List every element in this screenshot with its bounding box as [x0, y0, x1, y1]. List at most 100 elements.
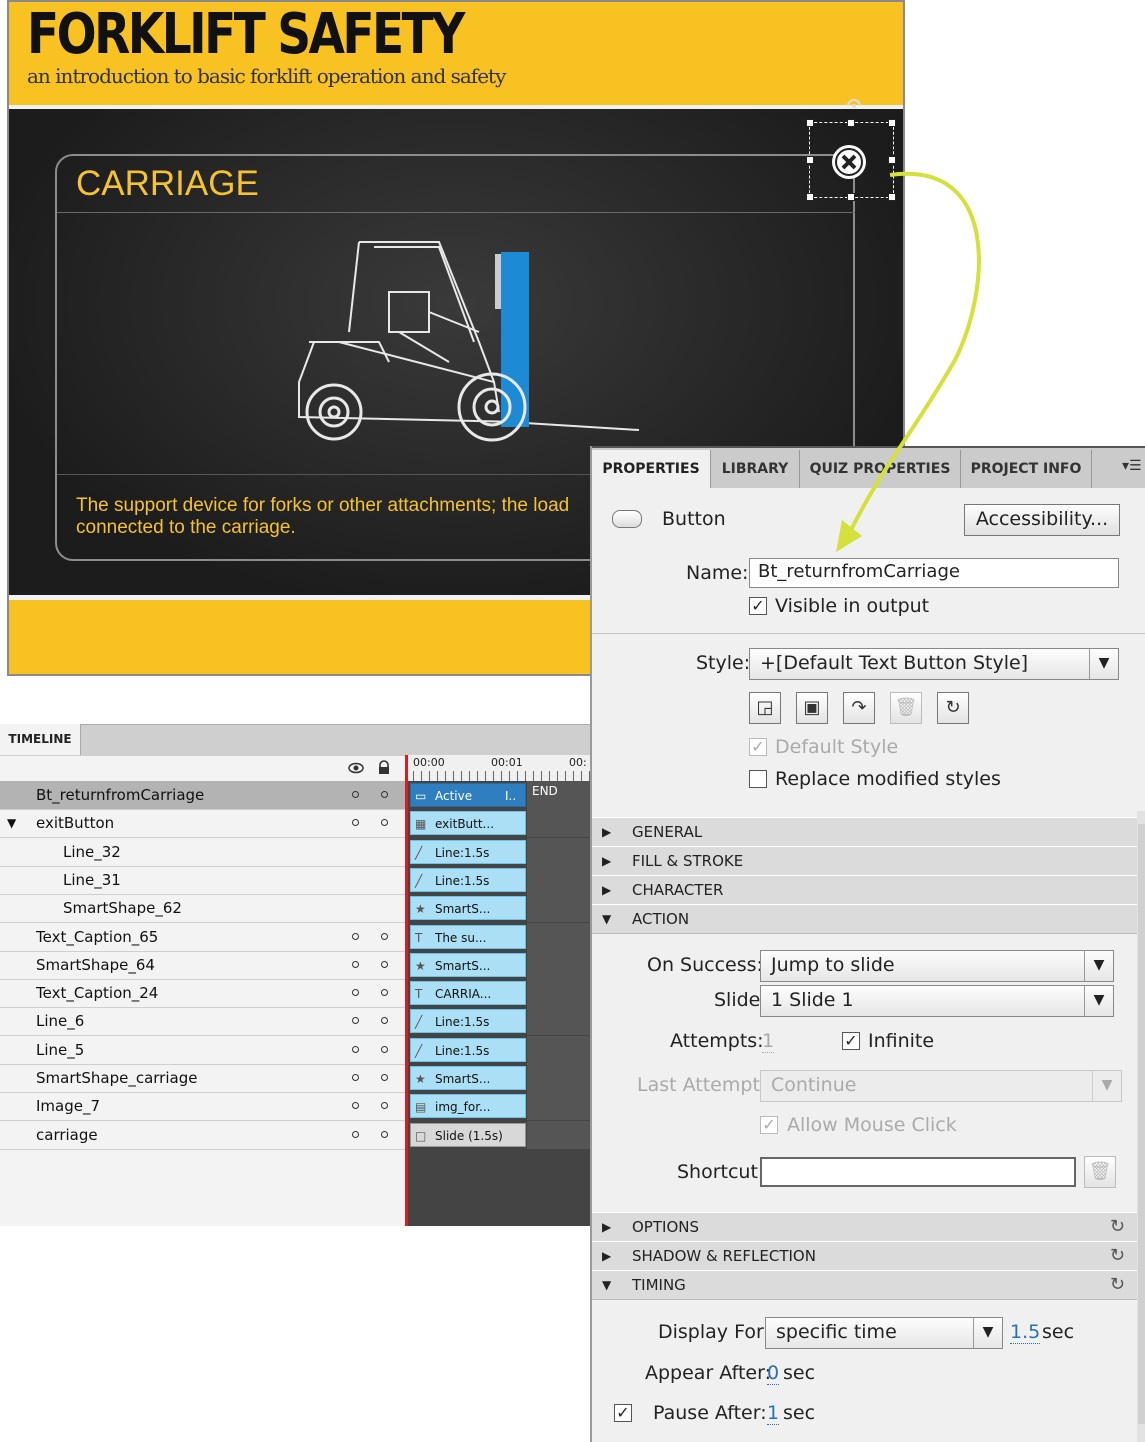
timeline-row[interactable]: carriage	[0, 1121, 405, 1150]
timeline-row[interactable]: Text_Caption_65	[0, 923, 405, 952]
pause-after-checkbox[interactable]: ✓	[614, 1404, 632, 1422]
tab-properties[interactable]: PROPERTIES	[592, 450, 711, 488]
lock-toggle[interactable]	[381, 1074, 388, 1081]
display-time-value[interactable]: 1.5	[1010, 1321, 1041, 1344]
section-timing[interactable]: ▼ TIMING ↻	[592, 1270, 1137, 1300]
visibility-toggle[interactable]	[352, 1102, 359, 1110]
timeline-row[interactable]: SmartShape_carriage	[0, 1064, 405, 1093]
card-title[interactable]: CARRIAGE	[76, 164, 259, 204]
timeline-row[interactable]: Bt_returnfromCarriage	[0, 781, 405, 810]
accessibility-button[interactable]: Accessibility...	[964, 504, 1120, 536]
section-action[interactable]: ▼ ACTION	[592, 904, 1137, 934]
panel-menu-icon[interactable]: ▾☰	[1122, 458, 1142, 474]
timeline-row[interactable]: ▼ exitButton	[0, 809, 405, 839]
lock-toggle[interactable]	[381, 1017, 388, 1025]
lock-toggle[interactable]	[381, 989, 388, 997]
timeline-row[interactable]: Line_31	[0, 866, 405, 895]
shortcut-field[interactable]	[760, 1157, 1076, 1187]
timeline-bar[interactable]: ╱ Line:1.5s	[410, 839, 526, 864]
timeline-row[interactable]: SmartShape_64	[0, 951, 405, 980]
timeline-bar[interactable]: ★ SmartS...	[410, 952, 526, 977]
visibility-toggle[interactable]	[352, 1017, 359, 1025]
timeline-row[interactable]: Image_7	[0, 1092, 405, 1122]
timeline-row[interactable]: SmartShape_62	[0, 894, 405, 924]
pause-after-value[interactable]: 1	[767, 1402, 780, 1425]
resize-handle[interactable]	[888, 156, 896, 164]
style-select[interactable]: +[Default Text Button Style] ▼	[749, 648, 1119, 680]
lock-icon[interactable]	[377, 760, 391, 775]
section-options[interactable]: ▶ OPTIONS ↻	[592, 1212, 1137, 1242]
save-icon[interactable]: ▣	[796, 692, 828, 724]
visible-checkbox[interactable]: ✓	[749, 597, 767, 615]
appear-after-value[interactable]: 0	[767, 1362, 780, 1385]
rotate-icon[interactable]	[845, 94, 863, 110]
redo-icon[interactable]: ↷	[843, 692, 875, 724]
section-character[interactable]: ▶ CHARACTER	[592, 875, 1137, 905]
lock-toggle[interactable]	[381, 791, 388, 798]
section-shadow-reflection[interactable]: ▶ SHADOW & REFLECTION ↻	[592, 1241, 1137, 1271]
eye-icon[interactable]	[348, 762, 364, 774]
card-title-divider[interactable]	[57, 212, 855, 213]
resize-handle[interactable]	[806, 193, 814, 201]
timeline-bar[interactable]: T The su...	[410, 924, 526, 949]
visibility-toggle[interactable]	[352, 1074, 359, 1081]
lock-toggle[interactable]	[381, 819, 388, 827]
resize-handle[interactable]	[847, 193, 855, 201]
tab-timeline[interactable]: TIMELINE	[0, 724, 81, 755]
lock-toggle[interactable]	[381, 1102, 388, 1110]
timeline-bar[interactable]: ▭ Active I..	[410, 783, 526, 807]
tab-quiz-properties[interactable]: QUIZ PROPERTIES	[800, 450, 961, 488]
section-general[interactable]: ▶ GENERAL	[592, 817, 1137, 847]
timeline-bar[interactable]: ★ SmartS...	[410, 896, 526, 921]
lock-toggle[interactable]	[381, 932, 388, 940]
style-apply-icon[interactable]: ◲	[749, 692, 781, 724]
visibility-toggle[interactable]	[352, 989, 359, 997]
timeline-bar[interactable]: ▦ exitButt...	[410, 811, 526, 836]
chevron-down-icon[interactable]: ▼	[1084, 986, 1113, 1016]
chevron-down-icon[interactable]: ▼	[973, 1318, 1002, 1348]
reset-icon[interactable]: ↻	[937, 692, 969, 724]
timeline-bar[interactable]: ╱ Line:1.5s	[410, 867, 526, 892]
timeline-bar[interactable]: □ Slide (1.5s)	[410, 1122, 526, 1147]
infinite-checkbox[interactable]: ✓	[842, 1032, 860, 1050]
timeline-ruler[interactable]: 00:00 00:01 00:	[405, 755, 590, 781]
visibility-toggle[interactable]	[352, 819, 359, 827]
timeline-bar[interactable]: ╱ Line:1.5s	[410, 1009, 526, 1034]
slide-select[interactable]: 1 Slide 1 ▼	[760, 985, 1114, 1017]
timeline-bar[interactable]: ╱ Line:1.5s	[410, 1037, 526, 1062]
visibility-toggle[interactable]	[352, 791, 359, 798]
chevron-down-icon[interactable]: ▼	[1084, 951, 1113, 981]
replace-styles-checkbox[interactable]	[749, 770, 767, 788]
timeline-row[interactable]: Line_5	[0, 1036, 405, 1065]
resize-handle[interactable]	[888, 119, 896, 127]
scrollbar-thumb[interactable]	[1138, 824, 1145, 1424]
resize-handle[interactable]	[806, 156, 814, 164]
resize-handle[interactable]	[847, 119, 855, 127]
resize-handle[interactable]	[888, 193, 896, 201]
chevron-down-icon[interactable]: ▼	[1089, 649, 1118, 679]
collapse-triangle-icon[interactable]: ▼	[7, 809, 16, 837]
section-fill-stroke[interactable]: ▶ FILL & STROKE	[592, 846, 1137, 876]
tab-project-info[interactable]: PROJECT INFO	[961, 450, 1092, 488]
timeline-row[interactable]: Text_Caption_24	[0, 979, 405, 1009]
timeline-row[interactable]: Line_32	[0, 838, 405, 867]
forklift-image[interactable]	[279, 232, 649, 447]
display-for-select[interactable]: specific time ▼	[765, 1317, 1003, 1349]
close-circle-icon[interactable]	[832, 145, 866, 179]
lock-toggle[interactable]	[381, 1130, 388, 1138]
caption-text[interactable]: The support device for forks or other at…	[76, 495, 636, 539]
visibility-toggle[interactable]	[352, 1045, 359, 1053]
timeline-bar[interactable]: ▤ img_for...	[410, 1094, 526, 1119]
visibility-toggle[interactable]	[352, 1130, 359, 1138]
tab-library[interactable]: LIBRARY	[711, 450, 800, 488]
name-field[interactable]: Bt_returnfromCarriage	[749, 558, 1119, 588]
reset-icon[interactable]: ↻	[1110, 1242, 1125, 1270]
timeline-row[interactable]: Line_6	[0, 1007, 405, 1037]
lock-toggle[interactable]	[381, 960, 388, 968]
visibility-toggle[interactable]	[352, 932, 359, 940]
lock-toggle[interactable]	[381, 1045, 388, 1053]
resize-handle[interactable]	[806, 119, 814, 127]
visibility-toggle[interactable]	[352, 960, 359, 968]
end-marker[interactable]: END	[532, 784, 558, 798]
timeline-bar[interactable]: T CARRIA...	[410, 981, 526, 1006]
